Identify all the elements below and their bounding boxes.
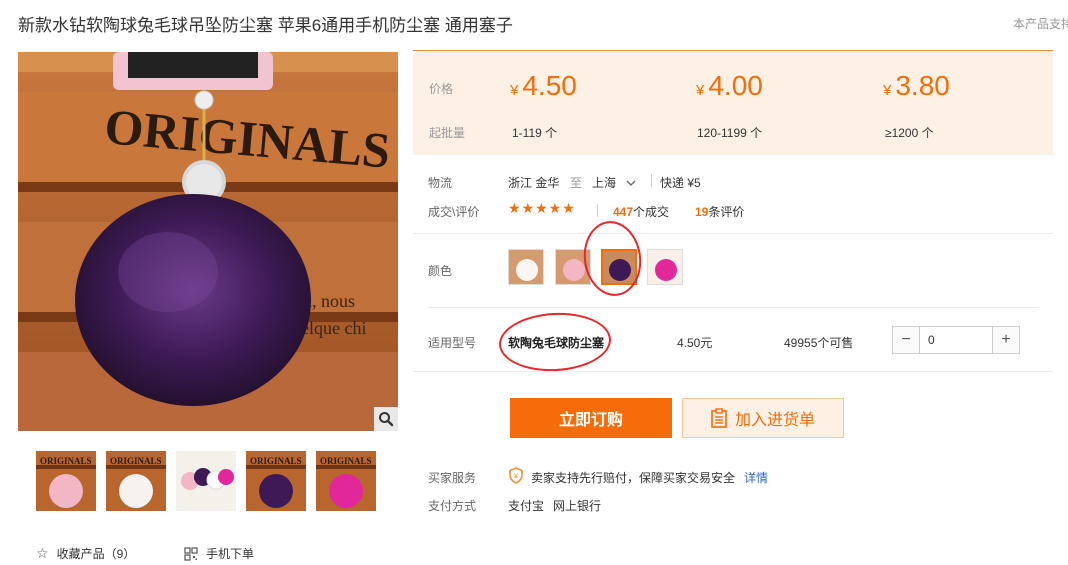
thumbnail-magenta[interactable]: ORIGINALS — [316, 451, 376, 511]
service-detail-link[interactable]: 详情 — [744, 469, 768, 486]
thumbnail-purple[interactable]: ORIGINALS — [246, 451, 306, 511]
add-to-purchase-list-button[interactable]: 加入进货单 — [682, 398, 844, 438]
price-value: 3.80 — [895, 70, 950, 101]
logistics-label: 物流 — [428, 176, 453, 190]
deal-count: 447 — [613, 205, 634, 219]
deal-suffix: 个成交 — [633, 205, 670, 219]
quantity-input[interactable] — [920, 327, 992, 353]
chevron-down-icon — [626, 180, 636, 186]
price-tier-1: ¥4.50 — [510, 70, 577, 102]
moq-tier-3: ≥1200 个 — [885, 126, 934, 140]
price-tier-2: ¥4.00 — [696, 70, 763, 102]
main-product-image[interactable]: ORIGINALS prix, nous quelque chi — [18, 52, 398, 431]
thumbnail-pink[interactable]: ORIGINALS — [36, 451, 96, 511]
moq-tier-1: 1-119 个 — [512, 126, 558, 140]
destination-selector[interactable]: 上海 — [592, 174, 636, 191]
svg-text:ORIGINALS: ORIGINALS — [110, 456, 162, 466]
support-text: 本产品支持 — [1013, 17, 1068, 31]
magnifier-icon — [379, 412, 394, 427]
buy-now-button[interactable]: 立即订购 — [510, 398, 672, 438]
annotation-circle-swatch — [579, 217, 646, 300]
rating-stars: ★★★★★ — [508, 200, 576, 216]
price-value: 4.00 — [708, 70, 763, 101]
color-swatch-magenta[interactable] — [647, 249, 683, 285]
logistics-divider — [651, 174, 652, 187]
logistics-origin: 浙江 金华 — [508, 176, 560, 190]
service-label: 买家服务 — [428, 471, 477, 485]
shield-icon: ¥ — [509, 467, 523, 484]
color-label: 颜色 — [428, 264, 453, 278]
clipboard-icon — [711, 408, 727, 428]
mobile-order-link[interactable]: 手机下单 — [184, 545, 254, 562]
model-stock: 49955个可售 — [784, 336, 854, 350]
service-text: 卖家支持先行赔付，保障买家交易安全 — [531, 471, 736, 485]
currency-symbol: ¥ — [696, 82, 705, 99]
currency-symbol: ¥ — [883, 82, 892, 99]
price-panel: 价格 起批量 ¥4.50 1-119 个 ¥4.00 120-1199 个 ¥3… — [413, 50, 1053, 155]
divider — [428, 307, 1038, 308]
add-to-purchase-list-label: 加入进货单 — [734, 412, 815, 429]
model-label: 适用型号 — [428, 336, 477, 350]
thumbnail-strip: ORIGINALS ORIGINALS ORIGINALS ORIGINALS — [36, 451, 376, 511]
price-label: 价格 — [429, 82, 454, 96]
product-title: 新款水钻软陶球兔毛球吊坠防尘塞 苹果6通用手机防尘塞 通用塞子 — [18, 16, 513, 35]
qr-code-icon — [184, 546, 198, 561]
favorite-label: 收藏产品（9） — [56, 547, 136, 561]
zoom-button[interactable] — [374, 407, 398, 431]
payment-method-netbank: 网上银行 — [553, 499, 602, 513]
svg-text:ORIGINALS: ORIGINALS — [320, 456, 372, 466]
divider — [413, 371, 1053, 372]
review-count: 19 — [695, 205, 709, 219]
thumbnail-white[interactable]: ORIGINALS — [106, 451, 166, 511]
svg-text:¥: ¥ — [514, 474, 518, 481]
deal-count-link[interactable]: 447个成交 — [613, 203, 669, 220]
logistics-to-word: 至 — [570, 176, 583, 190]
annotation-circle-model — [497, 310, 613, 374]
mobile-order-label: 手机下单 — [206, 547, 255, 561]
moq-label: 起批量 — [429, 126, 466, 140]
quantity-increase-button[interactable]: + — [992, 327, 1019, 353]
quantity-decrease-button[interactable]: − — [893, 327, 920, 353]
color-swatch-white[interactable] — [508, 249, 544, 285]
review-count-link[interactable]: 19条评价 — [695, 203, 744, 220]
payment-label: 支付方式 — [428, 499, 477, 513]
thumbnail-group[interactable] — [176, 451, 236, 511]
review-suffix: 条评价 — [708, 205, 745, 219]
deals-label: 成交\评价 — [428, 205, 480, 219]
moq-tier-2: 120-1199 个 — [697, 126, 763, 140]
deals-divider — [597, 204, 598, 217]
destination-value: 上海 — [592, 176, 617, 190]
price-value: 4.50 — [522, 70, 577, 101]
price-tier-3: ¥3.80 — [883, 70, 950, 102]
quantity-stepper: − + — [892, 326, 1020, 354]
shipping-fee: 快递 ¥5 — [660, 176, 701, 190]
favorite-product-link[interactable]: ☆ 收藏产品（9） — [36, 545, 135, 562]
star-outline-icon: ☆ — [36, 545, 49, 561]
divider — [413, 233, 1053, 234]
svg-text:ORIGINALS: ORIGINALS — [250, 456, 302, 466]
payment-method-alipay: 支付宝 — [508, 499, 545, 513]
svg-text:ORIGINALS: ORIGINALS — [40, 456, 92, 466]
currency-symbol: ¥ — [510, 82, 519, 99]
model-price: 4.50元 — [677, 336, 713, 350]
